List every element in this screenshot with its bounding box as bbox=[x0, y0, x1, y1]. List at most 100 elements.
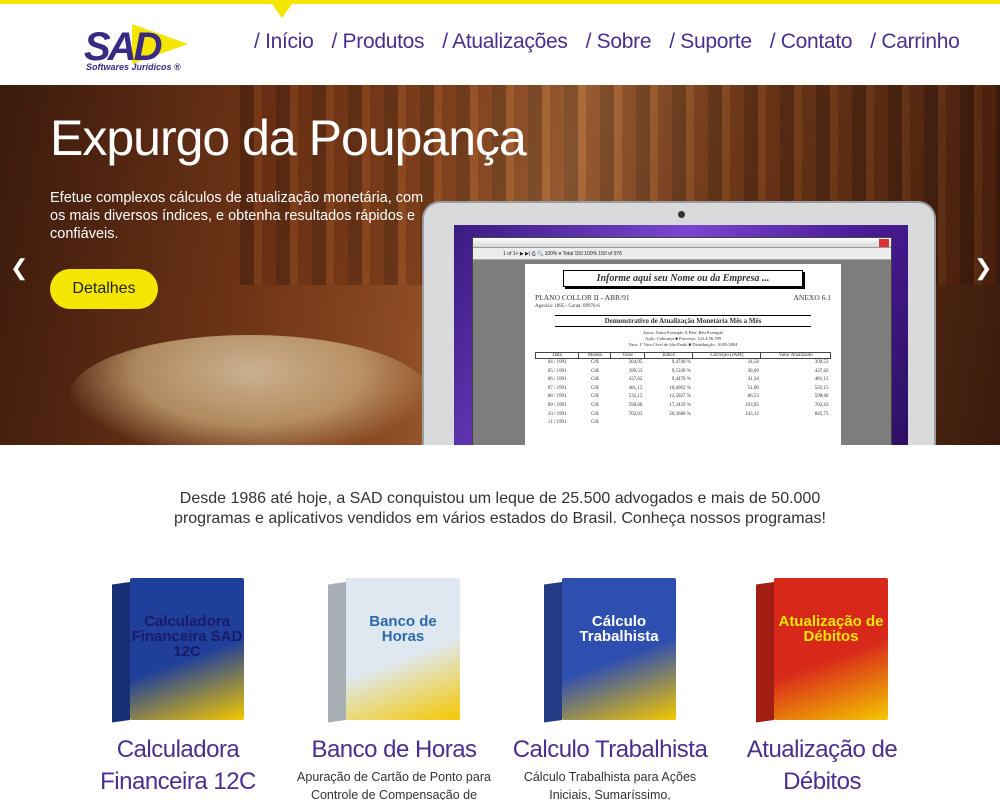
table-cell: Cr$ bbox=[591, 377, 599, 383]
table-row: 09 / 1991 Cr$ 598,68 17,3459 % 103,95 702,63 bbox=[536, 402, 831, 411]
box-front: Banco de Horas bbox=[346, 578, 460, 720]
table-cell: 41,34 bbox=[747, 377, 759, 383]
product-card[interactable]: Banco de Horas Banco de Horas Apuração de … bbox=[294, 578, 494, 800]
table-cell: 481,15 bbox=[628, 385, 643, 391]
table-cell bbox=[761, 419, 831, 428]
box-front: Calculadora Financeira SAD 12C bbox=[130, 578, 244, 720]
nav-atualizacoes[interactable]: / Atualizações bbox=[442, 30, 568, 54]
logo-tagline: Softwares Jurídicos ® bbox=[86, 62, 181, 72]
table-cell: 17,3459 % bbox=[669, 402, 691, 408]
laptop-screen: 1 of 1+ ▶ ▶| ⎙ 🔍 100% ▾ Total 150 100% 1… bbox=[454, 225, 908, 445]
box-title: Banco de Horas bbox=[369, 613, 437, 645]
product-box-image[interactable]: Cálculo Trabalhista bbox=[544, 578, 676, 723]
box-side bbox=[544, 582, 562, 723]
product-description: Cálculo Trabalhista para Ações Iniciais,… bbox=[523, 770, 697, 800]
nav-suporte[interactable]: / Suporte bbox=[669, 30, 752, 54]
table-cell: 12,5027 % bbox=[669, 394, 691, 400]
pdf-titlebar bbox=[473, 238, 891, 248]
product-description: Apuração de Cartão de Ponto para Control… bbox=[297, 770, 491, 800]
table-row: 11 / 1991 Cr$ bbox=[536, 419, 831, 428]
table-row: 06 / 1991 Cr$ 437,62 9,4470 % 41,34 481,15 bbox=[536, 376, 831, 385]
report-meta-3: Vara: 1ª Vara Cível de São Paulo ■ Distr… bbox=[628, 342, 738, 347]
table-cell: 10,6002 % bbox=[669, 385, 691, 391]
open-book-image bbox=[70, 335, 430, 445]
box-side bbox=[756, 582, 774, 723]
table-row: 05 / 1991 Cr$ 399,53 9,5349 % 38,09 437,62 bbox=[536, 368, 831, 377]
product-name[interactable]: Calculo Trabalhista bbox=[510, 734, 710, 766]
table-cell: 06 / 1991 bbox=[547, 377, 567, 383]
table-cell: 04 / 1991 bbox=[547, 360, 567, 365]
intro-text: Desde 1986 até hoje, a SAD conquistou um… bbox=[0, 489, 1000, 529]
nav-contato[interactable]: / Contato bbox=[770, 30, 853, 54]
product-card[interactable]: Calculadora Financeira SAD 12C Calculador… bbox=[78, 578, 278, 800]
table-cell: 9,4470 % bbox=[671, 377, 691, 383]
plan-label: PLANO COLLOR II - ABR/91 bbox=[535, 293, 630, 302]
close-icon[interactable] bbox=[879, 239, 889, 247]
table-cell: 481,15 bbox=[814, 377, 829, 383]
hero-description: Efetue complexos cálculos de atualização… bbox=[50, 190, 424, 242]
product-name[interactable]: Calculadora Financeira 12C bbox=[78, 734, 278, 798]
table-cell: 598,68 bbox=[814, 394, 829, 400]
table-cell: 437,62 bbox=[814, 368, 829, 374]
pdf-toolbar: 1 of 1+ ▶ ▶| ⎙ 🔍 100% ▾ Total 150 100% 1… bbox=[473, 248, 891, 260]
table-cell: 11 / 1991 bbox=[547, 420, 567, 426]
intro-line-1: Desde 1986 até hoje, a SAD conquistou um… bbox=[179, 490, 821, 507]
product-card[interactable]: Cálculo Trabalhista Calculo Trabalhista Cá… bbox=[510, 578, 710, 800]
table-cell: Cr$ bbox=[591, 385, 599, 391]
table-cell: 05 / 1991 bbox=[547, 368, 567, 374]
product-box-image[interactable]: Calculadora Financeira SAD 12C bbox=[112, 578, 244, 723]
report-heading: Demonstrativo de Atualização Monetária M… bbox=[555, 315, 811, 327]
box-front: Atualização de Débitos bbox=[774, 578, 888, 720]
table-cell: Cr$ bbox=[591, 368, 599, 374]
table-cell bbox=[644, 419, 693, 428]
table-cell bbox=[611, 419, 645, 428]
table-cell: Cr$ bbox=[591, 360, 599, 365]
box-title: Cálculo Trabalhista bbox=[579, 613, 659, 645]
nav-sobre[interactable]: / Sobre bbox=[586, 30, 652, 54]
table-cell bbox=[693, 419, 761, 428]
box-title: Calculadora Financeira SAD 12C bbox=[131, 613, 243, 660]
table-cell: 08 / 1991 bbox=[547, 394, 567, 400]
table-cell: 399,53 bbox=[628, 368, 643, 374]
product-name[interactable]: Banco de Horas bbox=[294, 734, 494, 766]
product-card[interactable]: Atualização de Débitos Atualização de Déb… bbox=[722, 578, 922, 800]
table-cell: 532,15 bbox=[628, 394, 643, 400]
product-box-image[interactable]: Banco de Horas bbox=[328, 578, 460, 723]
table-cell: Cr$ bbox=[591, 402, 599, 408]
table-cell: 702,63 bbox=[814, 402, 829, 408]
box-front: Cálculo Trabalhista bbox=[562, 578, 676, 720]
hero-title: Expurgo da Poupança bbox=[50, 110, 527, 166]
table-row: 08 / 1991 Cr$ 532,15 12,5027 % 66,53 598,68 bbox=[536, 393, 831, 402]
table-cell: 143,12 bbox=[745, 411, 759, 417]
chevron-left-icon[interactable]: ❮ bbox=[10, 255, 28, 281]
table-row: 10 / 1991 Cr$ 702,63 20,3688 % 143,12 845,75 bbox=[536, 411, 831, 420]
box-title: Atualização de Débitos bbox=[778, 613, 884, 645]
table-cell: 66,53 bbox=[747, 394, 759, 400]
details-button[interactable]: Detalhes bbox=[50, 269, 158, 309]
webcam-dot bbox=[678, 211, 685, 218]
table-cell: Cr$ bbox=[591, 394, 599, 400]
active-nav-pointer bbox=[272, 4, 292, 18]
table-cell: 702,63 bbox=[628, 411, 643, 417]
table-cell: 532,15 bbox=[814, 385, 829, 391]
table-row: 07 / 1991 Cr$ 481,15 10,6002 % 51,00 532,15 bbox=[536, 385, 831, 394]
table-cell: Cr$ bbox=[591, 411, 599, 417]
nav-inicio[interactable]: / Início bbox=[254, 30, 314, 54]
product-name[interactable]: Atualização de Débitos bbox=[722, 734, 922, 798]
company-name-box: Informe aqui seu Nome ou da Empresa ... bbox=[563, 270, 803, 287]
nav-carrinho[interactable]: / Carrinho bbox=[870, 30, 960, 54]
table-cell: 09 / 1991 bbox=[547, 402, 567, 408]
table-cell: 399,53 bbox=[814, 360, 829, 365]
table-cell: 437,62 bbox=[628, 377, 643, 383]
box-side bbox=[328, 582, 346, 723]
table-cell: 20,3688 % bbox=[669, 411, 691, 417]
table-row: 04 / 1991 Cr$ 364,95 9,4746 % 34,58 399,53 bbox=[536, 359, 831, 368]
agency-info: Agencia: 1895 - Conta: 09976-6 bbox=[535, 304, 600, 309]
chevron-right-icon[interactable]: ❯ bbox=[974, 255, 992, 281]
report-table: Data Moeda Valor Índice Correção (JAM) Valor … bbox=[534, 352, 831, 428]
table-cell: 845,75 bbox=[814, 411, 829, 417]
nav-produtos[interactable]: / Produtos bbox=[331, 30, 424, 54]
site-header: SAD Softwares Jurídicos ® / Início / Pro… bbox=[0, 4, 1000, 85]
table-cell: 598,68 bbox=[628, 402, 643, 408]
product-box-image[interactable]: Atualização de Débitos bbox=[756, 578, 888, 723]
